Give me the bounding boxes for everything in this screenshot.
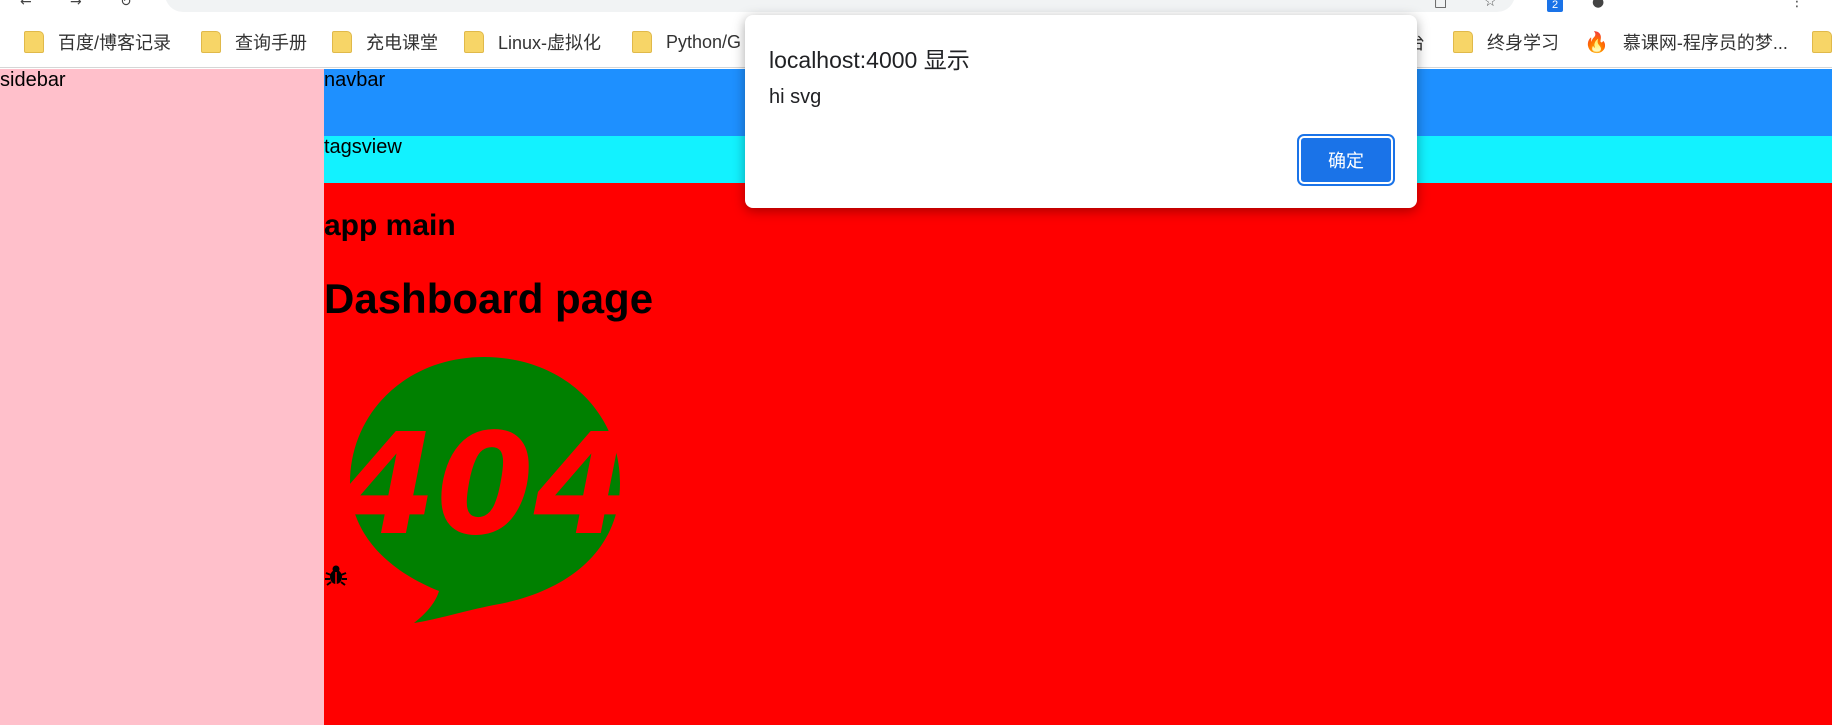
ok-button[interactable]: 确定 <box>1297 134 1395 186</box>
reload-icon[interactable]: ↻ <box>120 0 132 10</box>
folder-icon <box>1812 31 1832 53</box>
page-title: Dashboard page <box>324 275 654 322</box>
bug-icon <box>325 565 347 586</box>
folder-icon <box>332 31 352 53</box>
dialog-message: hi svg <box>769 86 822 108</box>
forward-icon[interactable]: → <box>70 0 82 10</box>
bookmark-star-icon[interactable]: ☆ <box>1484 0 1497 10</box>
folder-icon <box>201 31 221 53</box>
navbar-label: navbar <box>324 69 386 91</box>
speech-bubble-404-icon: 404 <box>344 357 624 623</box>
bookmark-item[interactable]: 百度/博客记录 <box>24 30 171 54</box>
folder-icon <box>464 31 484 53</box>
sidebar-label: sidebar <box>0 69 66 91</box>
dialog-title: localhost:4000 显示 <box>769 47 970 73</box>
bookmark-item[interactable]: 查询手册 <box>201 30 307 54</box>
app-main: app main Dashboard page 404 <box>324 183 1832 725</box>
bookmark-label: 查询手册 <box>235 33 307 53</box>
folder-icon <box>632 31 652 53</box>
svg-404-text: 404 <box>344 404 624 567</box>
bookmark-label: 慕课网-程序员的梦... <box>1622 33 1788 53</box>
install-icon[interactable]: □ <box>1434 0 1447 10</box>
sidebar: sidebar <box>0 69 324 725</box>
bookmark-label: 充电课堂 <box>366 33 438 53</box>
alert-dialog: localhost:4000 显示 hi svg 确定 <box>745 15 1417 208</box>
app-main-heading: app main <box>324 209 456 242</box>
bookmark-item[interactable]: Linux-虚拟化 <box>464 30 601 54</box>
bookmark-label: 终身学习 <box>1487 33 1559 53</box>
bookmark-label: Linux-虚拟化 <box>498 33 602 53</box>
language-badge[interactable]: 2 <box>1547 0 1563 12</box>
bookmark-item[interactable] <box>1812 30 1832 54</box>
bookmark-item[interactable]: Python/G <box>632 30 741 54</box>
bookmark-item[interactable]: 终身学习 <box>1453 30 1559 54</box>
extension-icon[interactable]: ● <box>1592 0 1604 10</box>
bookmark-label: 百度/博客记录 <box>58 33 172 53</box>
folder-icon <box>1453 31 1473 53</box>
address-bar[interactable] <box>165 0 1515 12</box>
bookmark-item[interactable]: 🔥 慕课网-程序员的梦... <box>1584 30 1788 54</box>
back-icon[interactable]: ← <box>20 0 32 10</box>
bookmark-item[interactable]: 充电课堂 <box>332 30 438 54</box>
bookmark-label: Python/G <box>666 31 742 52</box>
browser-toolbar: ← → ↻ □ ☆ 2 ● ⋮ <box>0 0 1832 15</box>
fire-icon: 🔥 <box>1584 31 1609 54</box>
menu-icon[interactable]: ⋮ <box>1790 0 1804 10</box>
folder-icon <box>24 31 44 53</box>
tagsview-label: tagsview <box>324 136 402 158</box>
